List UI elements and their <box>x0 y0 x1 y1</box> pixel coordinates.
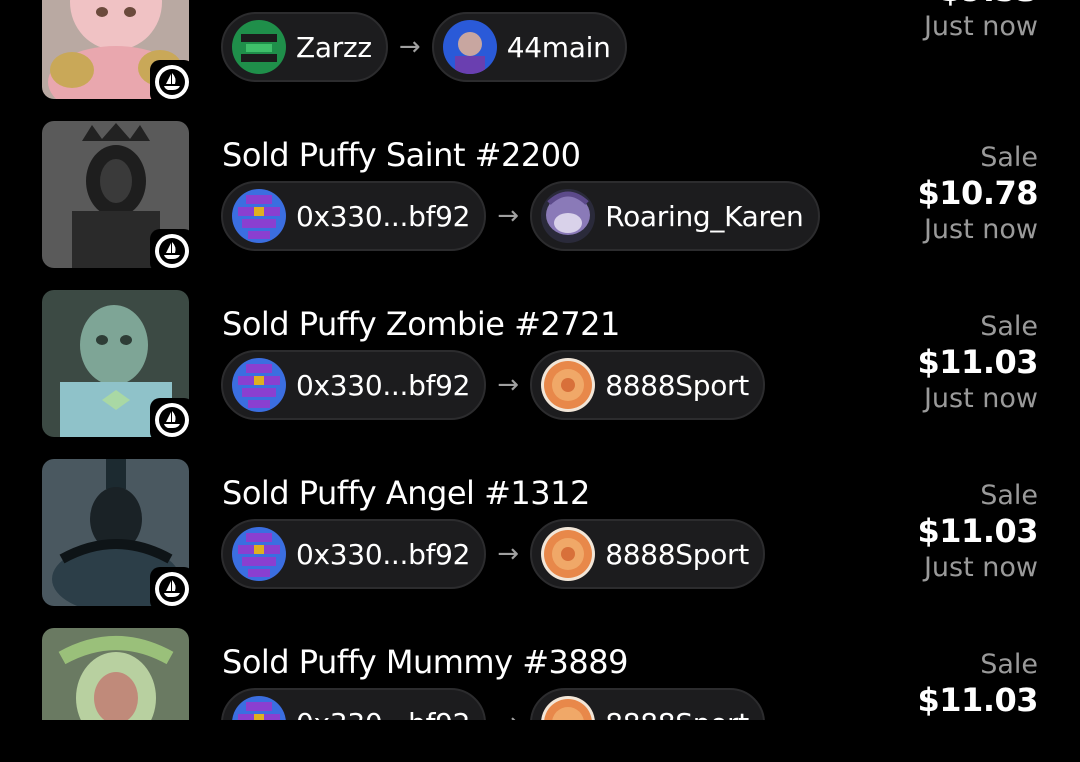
price: $11.03 <box>917 512 1039 550</box>
activity-row[interactable]: Sold Puffy Zombie #2721 0x330...bf92 → 8… <box>0 290 1080 459</box>
timestamp: Just now <box>923 552 1038 583</box>
opensea-icon <box>150 60 194 104</box>
activity-title: Sold Puffy Angel #1312 <box>222 474 590 512</box>
opensea-icon <box>150 398 194 442</box>
avatar <box>541 527 596 581</box>
activity-row[interactable]: Sold Puffy Saint #2200 0x330...bf92 → Ro… <box>0 121 1080 290</box>
activity-row[interactable]: Zarzz → 44main $9.53 Just now <box>0 0 1080 121</box>
activity-row[interactable]: Sold Puffy Angel #1312 0x330...bf92 → 88… <box>0 459 1080 628</box>
arrow-right-icon: → <box>398 32 421 62</box>
price: $11.03 <box>917 681 1039 719</box>
avatar <box>541 189 596 243</box>
avatar <box>232 189 286 243</box>
sale-info: Sale $11.03 Just now <box>917 479 1039 587</box>
avatar <box>442 20 497 74</box>
activity-title: Sold Puffy Saint #2200 <box>222 136 581 174</box>
price: $9.53 <box>924 0 1038 8</box>
from-username: 0x330...bf92 <box>296 537 471 571</box>
activity-row[interactable]: Sold Puffy Mummy #3889 0x330...bf92 → <box>0 628 1080 720</box>
from-user-chip[interactable]: 0x330...bf92 <box>221 350 487 420</box>
nft-thumbnail[interactable] <box>42 628 189 720</box>
to-username: 8888Sport <box>605 368 749 402</box>
activity-type: Sale <box>980 142 1038 173</box>
activity-title: Sold Puffy Mummy #3889 <box>222 643 628 681</box>
avatar <box>541 358 596 412</box>
to-user-chip[interactable]: 8888Sport <box>530 519 765 589</box>
opensea-icon <box>150 229 194 273</box>
arrow-right-icon: → <box>486 708 530 720</box>
transfer-parties: Zarzz → 44main <box>221 10 627 84</box>
activity-feed: Zarzz → 44main $9.53 Just now <box>0 0 1080 720</box>
from-user-chip[interactable]: 0x330...bf92 <box>221 519 487 589</box>
to-username: 8888Sport <box>605 707 749 721</box>
activity-type: Sale <box>980 649 1038 680</box>
from-user-chip[interactable]: 0x330...bf92 <box>221 181 487 251</box>
avatar <box>232 20 286 74</box>
arrow-right-icon: → <box>497 539 520 569</box>
avatar <box>232 358 286 412</box>
sale-info: $9.53 Just now <box>923 0 1039 46</box>
to-user-chip[interactable]: 44main <box>431 12 627 82</box>
timestamp: Just now <box>923 214 1038 245</box>
activity-type: Sale <box>980 480 1038 511</box>
timestamp: Just now <box>923 383 1038 414</box>
price: $11.03 <box>917 343 1039 381</box>
from-username: 0x330...bf92 <box>296 368 471 402</box>
transfer-parties: 0x330...bf92 → 8888Sport <box>221 686 765 720</box>
from-username: Zarzz <box>296 30 372 64</box>
avatar <box>541 696 596 720</box>
to-user-chip[interactable]: 8888Sport <box>530 688 765 720</box>
to-username: Roaring_Karen <box>605 199 804 233</box>
price: $10.78 <box>917 174 1039 212</box>
avatar <box>232 527 286 581</box>
from-user-chip[interactable]: Zarzz <box>221 12 388 82</box>
opensea-icon <box>150 567 194 611</box>
arrow-right-icon: → <box>497 370 520 400</box>
transfer-parties: 0x330...bf92 → 8888Sport <box>221 348 765 422</box>
from-username: 0x330...bf92 <box>296 199 471 233</box>
to-username: 44main <box>506 30 611 64</box>
sale-info: Sale $10.78 Just now <box>917 141 1039 249</box>
from-user-chip[interactable]: 0x330...bf92 <box>221 688 487 721</box>
transfer-parties: 0x330...bf92 → Roaring_Karen <box>221 179 820 253</box>
to-user-chip[interactable]: 8888Sport <box>530 350 765 420</box>
activity-type: Sale <box>980 311 1038 342</box>
timestamp: Just now <box>923 11 1038 42</box>
to-user-chip[interactable]: Roaring_Karen <box>530 181 820 251</box>
transfer-parties: 0x330...bf92 → 8888Sport <box>221 517 765 591</box>
avatar <box>232 696 286 720</box>
sale-info: Sale $11.03 <box>917 648 1039 719</box>
from-username: 0x330...bf92 <box>296 707 471 721</box>
activity-title: Sold Puffy Zombie #2721 <box>222 305 620 343</box>
sale-info: Sale $11.03 Just now <box>917 310 1039 418</box>
to-username: 8888Sport <box>605 537 749 571</box>
arrow-right-icon: → <box>497 201 520 231</box>
